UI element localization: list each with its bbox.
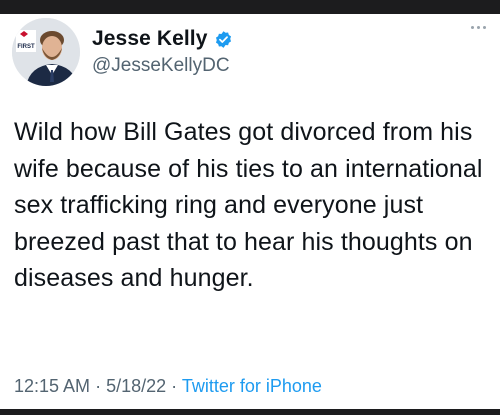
tweet-meta: 12:15 AM · 5/18/22 · Twitter for iPhone bbox=[14, 376, 322, 397]
tweet-time[interactable]: 12:15 AM bbox=[14, 376, 90, 396]
top-border bbox=[0, 0, 500, 14]
more-dot bbox=[471, 26, 474, 29]
more-options-icon[interactable] bbox=[471, 26, 486, 29]
tweet-text: Wild how Bill Gates got divorced from hi… bbox=[14, 118, 483, 292]
avatar[interactable]: FIRST bbox=[12, 18, 80, 86]
tweet-date[interactable]: 5/18/22 bbox=[106, 376, 166, 396]
tweet-header: FIRST Jesse Kelly @JesseKellyDC bbox=[12, 18, 233, 86]
tweet-source[interactable]: Twitter for iPhone bbox=[182, 376, 322, 396]
avatar-badge-text: FIRST bbox=[17, 44, 35, 50]
bottom-border bbox=[0, 409, 500, 415]
display-name[interactable]: Jesse Kelly bbox=[92, 27, 208, 51]
handle[interactable]: @JesseKellyDC bbox=[92, 55, 233, 77]
avatar-image: FIRST bbox=[12, 18, 80, 86]
verified-badge-icon bbox=[214, 30, 233, 49]
meta-separator: · bbox=[171, 376, 178, 396]
more-dot bbox=[483, 26, 486, 29]
meta-separator: · bbox=[95, 376, 102, 396]
more-dot bbox=[477, 26, 480, 29]
tweet-card: FIRST Jesse Kelly @JesseKellyDC Wild how… bbox=[0, 0, 500, 415]
display-name-row: Jesse Kelly bbox=[92, 27, 233, 51]
author-names: Jesse Kelly @JesseKellyDC bbox=[92, 27, 233, 77]
